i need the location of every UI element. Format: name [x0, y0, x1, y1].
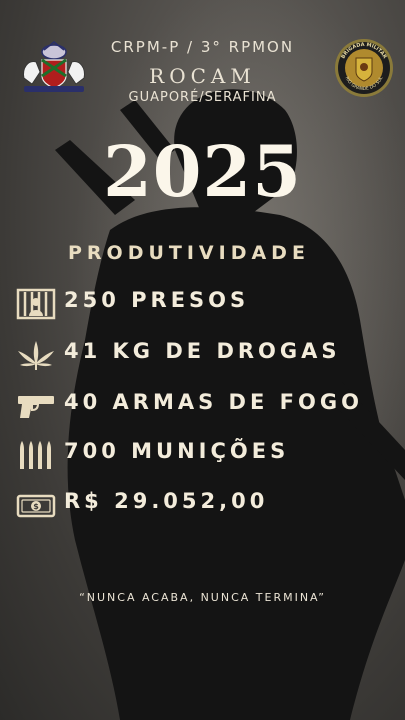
stat-label: 40 ARMAS DE FOGO [64, 390, 363, 414]
stat-row-ammunition: 700 MUNIÇÕES [0, 437, 405, 473]
pistol-icon [18, 396, 54, 418]
year-title: 2025 [103, 130, 302, 213]
stat-row-money: $ R$ 29.052,00 [0, 487, 405, 523]
stat-row-firearms: 40 ARMAS DE FOGO [0, 388, 405, 424]
svg-text:$: $ [33, 502, 39, 511]
stat-label: 700 MUNIÇÕES [64, 439, 290, 463]
productivity-heading: PRODUTIVIDADE [68, 242, 310, 264]
stat-label: 250 PRESOS [64, 288, 250, 312]
jail-bars-icon [16, 288, 56, 320]
rocam-title: ROCAM [149, 64, 256, 88]
motto: “NUNCA ACABA, NUNCA TERMINA” [79, 591, 326, 604]
cannabis-leaf-icon [18, 341, 54, 370]
stat-row-drugs: 41 KG DE DROGAS [0, 337, 405, 373]
ammunition-icon [20, 441, 51, 469]
stat-label: R$ 29.052,00 [64, 489, 269, 513]
money-bill-icon: $ [16, 494, 56, 518]
city-name: GUAPORÉ/SERAFINA [128, 90, 277, 105]
stat-row-prisoners: 250 PRESOS [0, 286, 405, 322]
stat-label: 41 KG DE DROGAS [64, 339, 341, 363]
unit-name: CRPM-P / 3° RPMON [110, 38, 295, 56]
